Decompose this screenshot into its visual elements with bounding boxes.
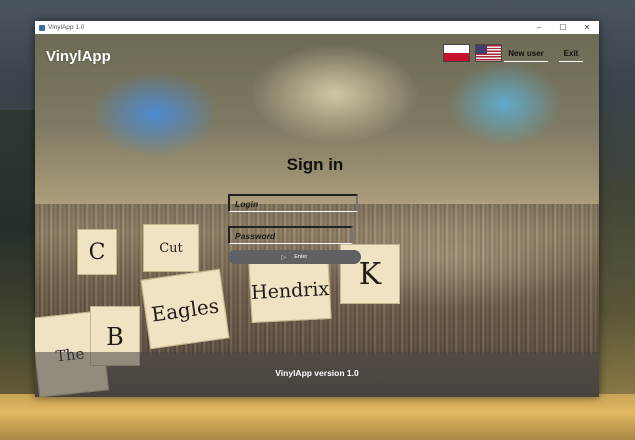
app-brand: VinylApp [46, 48, 111, 65]
close-button[interactable]: ✕ [575, 21, 599, 34]
password-field[interactable] [228, 226, 353, 244]
divider-card: Cut [143, 224, 199, 272]
divider-card: Eagles [140, 268, 230, 350]
flag-usa-icon[interactable] [475, 44, 502, 62]
signin-title: Sign in [286, 155, 344, 174]
window-controls: – ☐ ✕ [527, 21, 599, 34]
divider-card: C [77, 229, 117, 275]
new-user-button[interactable]: New user [504, 46, 548, 62]
flag-poland-icon[interactable] [443, 44, 470, 62]
login-field[interactable] [228, 194, 358, 212]
exit-button[interactable]: Exit [559, 46, 583, 62]
footer-bar: VinylApp version 1.0 [35, 352, 599, 397]
language-switcher [443, 44, 502, 62]
desktop-hills-right [595, 180, 635, 400]
version-text: VinylApp version 1.0 [275, 367, 359, 378]
divider-card: Hendrix [248, 256, 332, 324]
window-title: VinylApp 1.0 [48, 24, 85, 31]
minimize-button[interactable]: – [527, 21, 551, 34]
enter-button[interactable]: ▷ Enter [228, 250, 361, 264]
desktop-ground [0, 394, 635, 440]
play-arrow-icon: ▷ [281, 254, 287, 261]
maximize-button[interactable]: ☐ [551, 21, 575, 34]
enter-button-label: Enter [294, 254, 308, 260]
app-content: C Cut Eagles Hendrix K The Doors B Vinyl… [35, 34, 599, 397]
window-titlebar[interactable]: VinylApp 1.0 – ☐ ✕ [35, 21, 599, 34]
app-window: VinylApp 1.0 – ☐ ✕ C Cut Eagles Hendrix … [35, 21, 599, 397]
app-icon [39, 24, 45, 31]
